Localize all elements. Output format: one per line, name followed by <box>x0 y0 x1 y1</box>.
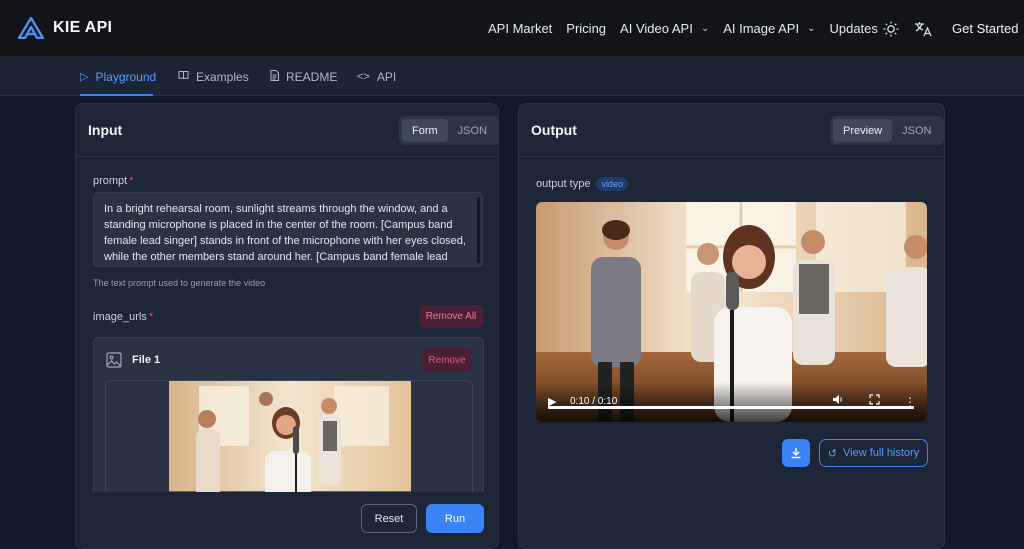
tab-label: API <box>376 69 397 84</box>
download-icon <box>791 448 801 459</box>
video-player[interactable]: ▶ 0:10 / 0:10 ⋮ <box>536 202 927 422</box>
preview-toggle-button[interactable]: Preview <box>833 119 893 142</box>
reset-button[interactable]: Reset <box>361 504 417 533</box>
input-mode-toggle: Form JSON <box>399 116 498 145</box>
nav-label: Updates <box>829 21 878 36</box>
top-navigation: KIE API API Market Pricing AI Video API ⌄… <box>0 0 1024 57</box>
prompt-scrollbar[interactable] <box>477 197 480 263</box>
output-panel-header: Output Preview JSON <box>519 104 944 157</box>
video-progress-fill <box>548 406 914 409</box>
tab-label: Playground <box>95 69 157 84</box>
remove-file-button[interactable]: Remove <box>422 348 472 372</box>
tab-label: Examples <box>196 69 249 84</box>
input-footer: Reset Run <box>76 492 498 548</box>
brand[interactable]: KIE API <box>18 17 112 39</box>
nav-label: API Market <box>488 21 553 36</box>
chevron-down-icon: ⌄ <box>700 23 710 34</box>
tab-label: README <box>286 69 338 84</box>
nav-pricing[interactable]: Pricing <box>566 21 606 36</box>
main-nav: API Market Pricing AI Video API ⌄ AI Imag… <box>488 0 892 57</box>
prompt-label-text: prompt <box>93 175 128 187</box>
theme-toggle-sun-icon[interactable] <box>880 18 902 40</box>
video-controls: ▶ 0:10 / 0:10 ⋮ <box>536 382 927 422</box>
prompt-helper-text: The text prompt used to generate the vid… <box>93 278 266 288</box>
document-icon <box>270 69 279 84</box>
brand-name: KIE API <box>53 19 113 36</box>
nav-ai-image-api[interactable]: AI Image API ⌄ <box>723 21 815 36</box>
history-icon: ↺ <box>827 447 837 460</box>
prompt-label: prompt * <box>93 175 134 187</box>
nav-label: AI Video API <box>620 21 693 36</box>
video-progress-bar[interactable] <box>548 406 914 409</box>
input-panel-header: Input Form JSON <box>76 104 498 157</box>
nav-ai-video-api[interactable]: AI Video API ⌄ <box>620 21 709 36</box>
output-type-label: output type <box>536 178 591 190</box>
translate-icon[interactable] <box>912 18 934 40</box>
nav-label: Pricing <box>566 21 607 36</box>
file-name: File 1 <box>132 354 161 366</box>
output-type-badge: video <box>596 177 628 191</box>
required-mark: * <box>129 175 134 187</box>
nav-api-market[interactable]: API Market <box>488 21 552 36</box>
run-button[interactable]: Run <box>426 504 484 533</box>
nav-updates[interactable]: Updates <box>829 21 877 36</box>
nav-label: AI Image API <box>723 21 800 36</box>
tabs-bar: ▷ Playground Examples README <> API <box>0 57 1024 96</box>
kie-logo-icon <box>18 17 44 39</box>
view-history-label: View full history <box>843 447 920 459</box>
json-toggle-button[interactable]: JSON <box>892 119 941 142</box>
input-panel: Input Form JSON prompt * In a bright rehe… <box>75 103 499 549</box>
remove-all-button[interactable]: Remove All <box>419 305 483 328</box>
form-toggle-button[interactable]: Form <box>402 119 448 142</box>
view-full-history-button[interactable]: ↺ View full history <box>819 439 928 467</box>
image-urls-label-text: image_urls <box>93 311 147 323</box>
download-button[interactable] <box>782 439 810 467</box>
image-icon <box>106 352 122 368</box>
panel-title: Input <box>88 122 123 138</box>
required-mark: * <box>148 311 154 323</box>
output-panel: Output Preview JSON output type video ▶ … <box>518 103 945 549</box>
panel-title: Output <box>531 122 577 138</box>
play-icon: ▷ <box>80 71 89 83</box>
prompt-textarea[interactable]: In a bright rehearsal room, sunlight str… <box>93 192 483 267</box>
code-icon: <> <box>357 70 370 83</box>
tab-api[interactable]: <> API <box>357 57 396 96</box>
output-type-row: output type video <box>536 177 628 191</box>
tab-examples[interactable]: Examples <box>178 57 249 96</box>
prompt-value: In a bright rehearsal room, sunlight str… <box>104 203 466 263</box>
nav-actions: Get Started <box>880 0 1018 57</box>
json-toggle-button[interactable]: JSON <box>448 119 497 142</box>
output-mode-toggle: Preview JSON <box>830 116 944 145</box>
book-icon <box>178 70 189 83</box>
chevron-down-icon: ⌄ <box>807 23 816 34</box>
tab-readme[interactable]: README <box>270 57 337 96</box>
image-urls-label: image_urls * <box>93 311 153 323</box>
get-started-link[interactable]: Get Started <box>952 21 1018 36</box>
tab-playground[interactable]: ▷ Playground <box>80 57 157 96</box>
